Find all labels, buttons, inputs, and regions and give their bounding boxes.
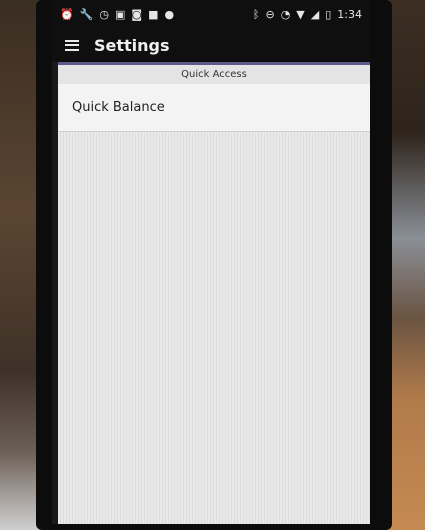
settings-item-quick-balance[interactable]: Quick Balance [58,84,370,132]
menu-button[interactable] [52,28,92,62]
wifi-icon: ▼ [296,7,305,21]
status-bar: ⏰ 🔧 ◷ ▣ ◙ ■ ● ᛒ ⊖ ◔ ▼ ◢ ▯ 1:34 [52,0,370,28]
alarm-icon: ⏰ [60,7,74,21]
android-icon: ● [164,7,175,21]
phone-screen: ⏰ 🔧 ◷ ▣ ◙ ■ ● ᛒ ⊖ ◔ ▼ ◢ ▯ 1:34 Settings … [52,0,370,524]
empty-content-area [58,132,370,524]
page-title: Settings [94,35,170,55]
hamburger-menu-icon [65,39,79,51]
bluetooth-icon: ᛒ [252,7,260,21]
wrench-icon: 🔧 [79,7,94,21]
bag-icon: ■ [148,7,159,21]
signal-icon: ◢ [310,7,320,21]
do-not-disturb-icon: ⊖ [265,7,275,21]
status-time: 1:34 [337,7,362,21]
alarm-icon: ◔ [280,7,291,21]
section-header-quick-access: Quick Access [58,62,370,84]
app-bar: Settings [52,28,370,62]
status-right-icons: ᛒ ⊖ ◔ ▼ ◢ ▯ 1:34 [253,8,362,21]
camera-icon: ◙ [131,7,143,21]
status-left-icons: ⏰ 🔧 ◷ ▣ ◙ ■ ● [60,9,174,20]
battery-icon: ▯ [325,7,332,21]
settings-item-label: Quick Balance [72,100,165,115]
lock-icon: ▣ [115,7,126,21]
clock-icon: ◷ [99,7,110,21]
